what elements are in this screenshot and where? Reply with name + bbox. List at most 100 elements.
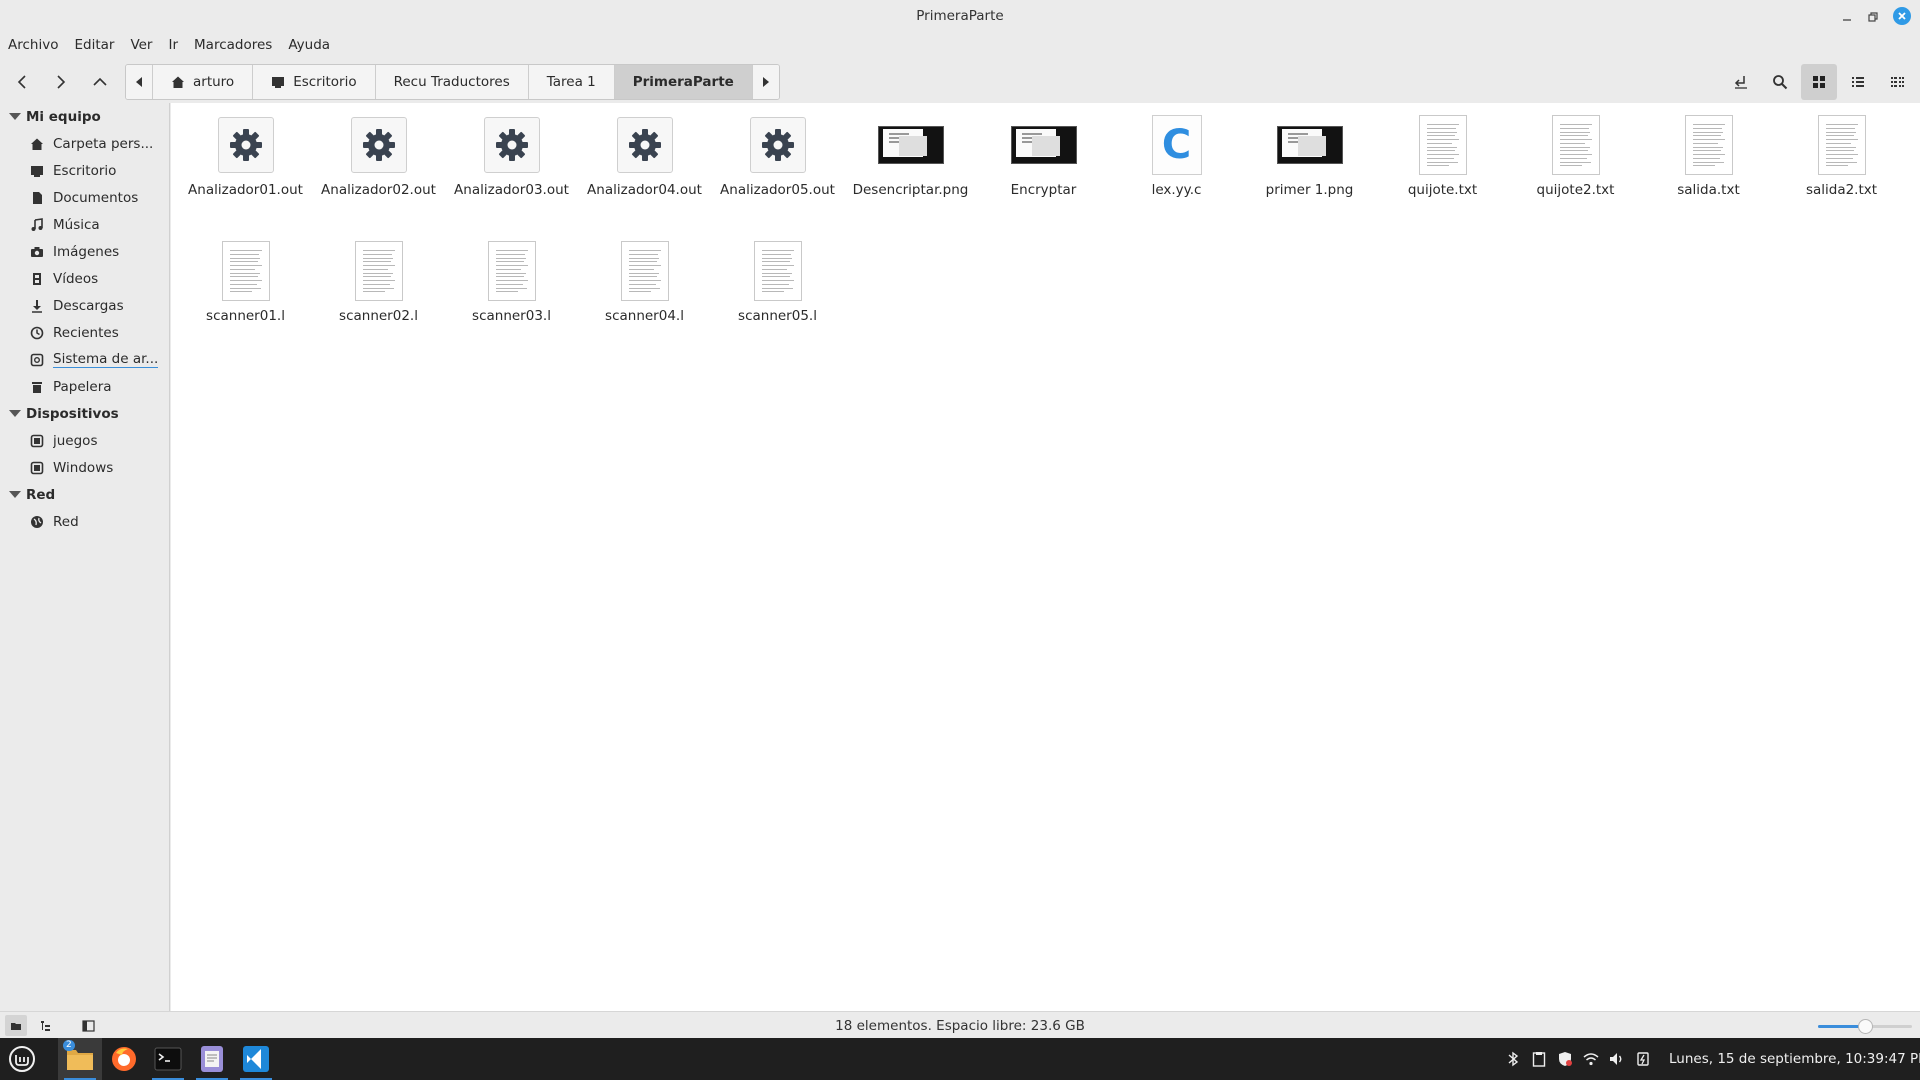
sidebar-section-red[interactable]: Red bbox=[0, 481, 169, 508]
menu-editar[interactable]: Editar bbox=[66, 34, 122, 58]
taskbar-files-app[interactable]: 2 bbox=[58, 1038, 102, 1080]
restore-icon bbox=[1868, 12, 1878, 22]
zoom-slider-handle[interactable] bbox=[1858, 1019, 1873, 1034]
file-item-scanner05-l[interactable]: scanner05.l bbox=[711, 239, 844, 347]
minimize-button[interactable] bbox=[1836, 6, 1858, 28]
menu-marcadores[interactable]: Marcadores bbox=[186, 34, 280, 58]
sidebar-item-escritorio[interactable]: Escritorio bbox=[0, 157, 169, 184]
breadcrumb-right-button[interactable] bbox=[752, 65, 779, 99]
sidebar-item-imagenes[interactable]: Imágenes bbox=[0, 238, 169, 265]
sidebar-section-mi-equipo[interactable]: Mi equipo bbox=[0, 103, 169, 130]
file-item-scanner03-l[interactable]: scanner03.l bbox=[445, 239, 578, 347]
file-name: salida.txt bbox=[1677, 182, 1740, 198]
menu-ir[interactable]: Ir bbox=[160, 34, 186, 58]
forward-button[interactable] bbox=[44, 66, 76, 98]
expander-icon bbox=[9, 113, 21, 120]
download-icon bbox=[30, 299, 44, 313]
sidebar-item-label: Red bbox=[53, 513, 79, 530]
file-item-analizador03-out[interactable]: Analizador03.out bbox=[445, 113, 578, 221]
location-entry-icon bbox=[1734, 76, 1747, 89]
taskbar-firefox-app[interactable] bbox=[102, 1038, 146, 1080]
file-item-analizador04-out[interactable]: Analizador04.out bbox=[578, 113, 711, 221]
image-thumbnail-icon bbox=[1010, 113, 1077, 177]
sidebar-item-musica[interactable]: Música bbox=[0, 211, 169, 238]
sidebar-item-red[interactable]: Red bbox=[0, 508, 169, 535]
text-editor-icon bbox=[201, 1046, 223, 1072]
drive-icon bbox=[30, 353, 44, 367]
taskbar-vscode-app[interactable] bbox=[234, 1038, 278, 1080]
taskbar-terminal-app[interactable] bbox=[146, 1038, 190, 1080]
system-tray bbox=[1500, 1038, 1656, 1080]
up-button[interactable] bbox=[84, 66, 116, 98]
file-item-encryptar[interactable]: Encryptar bbox=[977, 113, 1110, 221]
file-item-scanner02-l[interactable]: scanner02.l bbox=[312, 239, 445, 347]
file-item-salida2-txt[interactable]: salida2.txt bbox=[1775, 113, 1908, 221]
menu-button[interactable] bbox=[0, 1038, 44, 1080]
menu-archivo[interactable]: Archivo bbox=[0, 34, 66, 58]
wifi-icon[interactable] bbox=[1578, 1038, 1604, 1080]
maximize-button[interactable] bbox=[1862, 6, 1884, 28]
executable-icon bbox=[350, 113, 407, 177]
expander-icon bbox=[9, 410, 21, 417]
trash-icon bbox=[30, 380, 44, 394]
file-item-analizador05-out[interactable]: Analizador05.out bbox=[711, 113, 844, 221]
breadcrumb-left-button[interactable] bbox=[126, 65, 153, 99]
taskbar-text-editor-app[interactable] bbox=[190, 1038, 234, 1080]
menu-ver[interactable]: Ver bbox=[122, 34, 160, 58]
clock[interactable]: Lunes, 15 de septiembre, 10:39:47 PM bbox=[1669, 1051, 1920, 1067]
sidebar-item-recientes[interactable]: Recientes bbox=[0, 319, 169, 346]
sidebar-item-label: juegos bbox=[53, 432, 98, 449]
power-plug-icon[interactable] bbox=[1630, 1038, 1656, 1080]
sidebar-item-sistema-de-archivos[interactable]: Sistema de ar... bbox=[0, 346, 169, 373]
volume-icon[interactable] bbox=[1604, 1038, 1630, 1080]
toggle-location-button[interactable] bbox=[1723, 64, 1759, 100]
file-item-desencriptar-png[interactable]: Desencriptar.png bbox=[844, 113, 977, 221]
icon-view-button[interactable] bbox=[1801, 64, 1837, 100]
clipboard-icon[interactable] bbox=[1526, 1038, 1552, 1080]
breadcrumb-label: Tarea 1 bbox=[546, 74, 596, 90]
breadcrumb-recu-traductores[interactable]: Recu Traductores bbox=[375, 65, 529, 99]
compact-view-button[interactable] bbox=[1879, 64, 1915, 100]
back-button[interactable] bbox=[7, 66, 39, 98]
close-button[interactable] bbox=[1893, 7, 1911, 25]
file-item-analizador02-out[interactable]: Analizador02.out bbox=[312, 113, 445, 221]
sidebar-item-carpeta-personal[interactable]: Carpeta pers... bbox=[0, 130, 169, 157]
gear-icon bbox=[749, 117, 806, 173]
sidebar-section-dispositivos[interactable]: Dispositivos bbox=[0, 400, 169, 427]
file-item-analizador01-out[interactable]: Analizador01.out bbox=[179, 113, 312, 221]
status-bar: 18 elementos. Espacio libre: 23.6 GB bbox=[0, 1011, 1920, 1038]
executable-icon bbox=[483, 113, 540, 177]
menu-ayuda[interactable]: Ayuda bbox=[280, 34, 338, 58]
breadcrumb-primeraparte[interactable]: PrimeraParte bbox=[614, 65, 753, 99]
file-item-primer-1-png[interactable]: primer 1.png bbox=[1243, 113, 1376, 221]
breadcrumb-tarea-1[interactable]: Tarea 1 bbox=[528, 65, 615, 99]
sidebar-item-juegos[interactable]: juegos bbox=[0, 427, 169, 454]
breadcrumb-arturo[interactable]: arturo bbox=[153, 65, 254, 99]
file-item-lex-yy-c[interactable]: Clex.yy.c bbox=[1110, 113, 1243, 221]
search-button[interactable] bbox=[1762, 64, 1798, 100]
file-name: Analizador03.out bbox=[454, 182, 569, 198]
sidebar-item-documentos[interactable]: Documentos bbox=[0, 184, 169, 211]
desktop-icon bbox=[30, 164, 44, 178]
zoom-slider[interactable] bbox=[1818, 1019, 1912, 1034]
sidebar-item-windows[interactable]: Windows bbox=[0, 454, 169, 481]
bluetooth-icon[interactable] bbox=[1500, 1038, 1526, 1080]
file-item-quijote2-txt[interactable]: quijote2.txt bbox=[1509, 113, 1642, 221]
sidebar-item-videos[interactable]: Vídeos bbox=[0, 265, 169, 292]
menu-bar: Archivo Editar Ver Ir Marcadores Ayuda bbox=[0, 34, 338, 58]
file-item-quijote-txt[interactable]: quijote.txt bbox=[1376, 113, 1509, 221]
file-item-scanner04-l[interactable]: scanner04.l bbox=[578, 239, 711, 347]
sidebar-item-descargas[interactable]: Descargas bbox=[0, 292, 169, 319]
sidebar-item-label: Papelera bbox=[53, 378, 112, 395]
gear-icon bbox=[350, 117, 407, 173]
file-item-scanner01-l[interactable]: scanner01.l bbox=[179, 239, 312, 347]
breadcrumb-escritorio[interactable]: Escritorio bbox=[253, 65, 376, 99]
file-name: scanner03.l bbox=[472, 308, 551, 324]
file-view[interactable]: Analizador01.out Analizador02.out Analizad… bbox=[171, 103, 1920, 1011]
caret-left-icon bbox=[136, 77, 142, 87]
text-file-icon bbox=[221, 239, 270, 303]
file-item-salida-txt[interactable]: salida.txt bbox=[1642, 113, 1775, 221]
sidebar-item-papelera[interactable]: Papelera bbox=[0, 373, 169, 400]
list-view-button[interactable] bbox=[1840, 64, 1876, 100]
update-shield-icon[interactable] bbox=[1552, 1038, 1578, 1080]
